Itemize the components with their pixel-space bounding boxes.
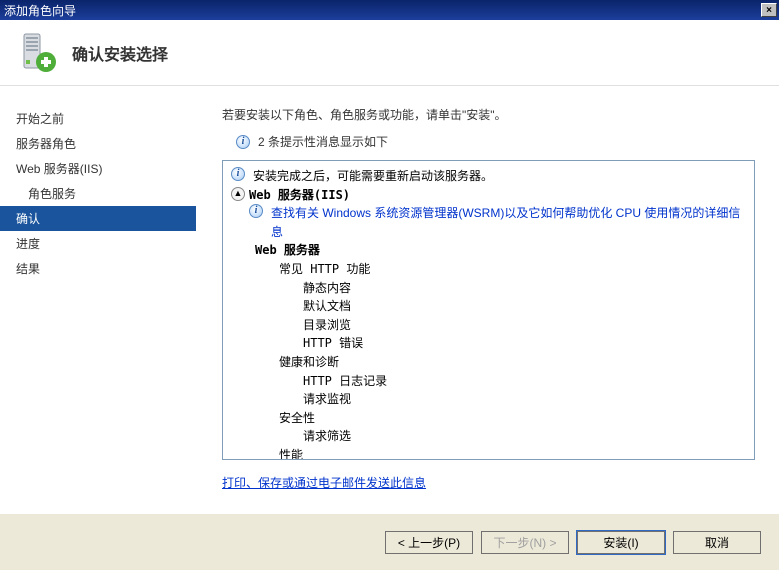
info-icon: i — [236, 135, 250, 149]
confirmation-tree[interactable]: i安装完成之后，可能需要重新启动该服务器。▲Web 服务器(IIS)i查找有关 … — [222, 160, 755, 460]
info-icon: i — [249, 204, 263, 218]
wizard-header: 确认安装选择 — [0, 20, 779, 86]
section-title: 性能 — [231, 446, 746, 460]
feature-item: 默认文档 — [231, 297, 746, 316]
wsrm-row: i 查找有关 Windows 系统资源管理器(WSRM)以及它如何帮助优化 CPU… — [231, 204, 746, 241]
collapse-icon[interactable]: ▲ — [231, 187, 245, 201]
previous-button[interactable]: < 上一步(P) — [385, 531, 473, 554]
info-icon: i — [231, 167, 245, 181]
intro-text: 若要安装以下角色、角色服务或功能，请单击"安装"。 — [222, 106, 755, 123]
install-button[interactable]: 安装(I) — [577, 531, 665, 554]
warning-text: 安装完成之后，可能需要重新启动该服务器。 — [253, 167, 493, 186]
page-title: 确认安装选择 — [72, 41, 168, 65]
role-title-row: ▲ Web 服务器(IIS) — [231, 186, 746, 205]
hint-text: 2 条提示性消息显示如下 — [258, 133, 388, 150]
nav-item-4[interactable]: 确认 — [0, 206, 196, 231]
feature-item: 请求筛选 — [231, 427, 746, 446]
feature-item: HTTP 日志记录 — [231, 372, 746, 391]
group-title: Web 服务器 — [231, 241, 746, 260]
nav-item-6[interactable]: 结果 — [0, 256, 196, 281]
wizard-nav: 开始之前服务器角色Web 服务器(IIS)角色服务确认进度结果 — [0, 86, 196, 513]
server-role-icon — [16, 32, 58, 74]
content-area: 若要安装以下角色、角色服务或功能，请单击"安装"。 i 2 条提示性消息显示如下… — [196, 86, 779, 513]
feature-item: 请求监视 — [231, 390, 746, 409]
titlebar: 添加角色向导 × — [0, 0, 779, 20]
section-title: 安全性 — [231, 409, 746, 428]
window-title: 添加角色向导 — [4, 2, 76, 19]
nav-item-2[interactable]: Web 服务器(IIS) — [0, 156, 196, 181]
nav-item-1[interactable]: 服务器角色 — [0, 131, 196, 156]
section-title: 健康和诊断 — [231, 353, 746, 372]
nav-item-5[interactable]: 进度 — [0, 231, 196, 256]
hint-row: i 2 条提示性消息显示如下 — [222, 133, 755, 150]
feature-item: 静态内容 — [231, 279, 746, 298]
warning-row: i 安装完成之后，可能需要重新启动该服务器。 — [231, 167, 746, 186]
wsrm-link[interactable]: 查找有关 Windows 系统资源管理器(WSRM)以及它如何帮助优化 CPU … — [271, 204, 746, 241]
export-link[interactable]: 打印、保存或通过电子邮件发送此信息 — [222, 474, 755, 491]
close-button[interactable]: × — [761, 3, 777, 17]
nav-item-3[interactable]: 角色服务 — [0, 181, 196, 206]
cancel-button[interactable]: 取消 — [673, 531, 761, 554]
wizard-footer: < 上一步(P) 下一步(N) > 安装(I) 取消 — [0, 513, 779, 570]
nav-item-0[interactable]: 开始之前 — [0, 106, 196, 131]
next-button: 下一步(N) > — [481, 531, 569, 554]
feature-item: HTTP 错误 — [231, 334, 746, 353]
role-title: Web 服务器(IIS) — [249, 186, 350, 205]
feature-item: 目录浏览 — [231, 316, 746, 335]
section-title: 常见 HTTP 功能 — [231, 260, 746, 279]
